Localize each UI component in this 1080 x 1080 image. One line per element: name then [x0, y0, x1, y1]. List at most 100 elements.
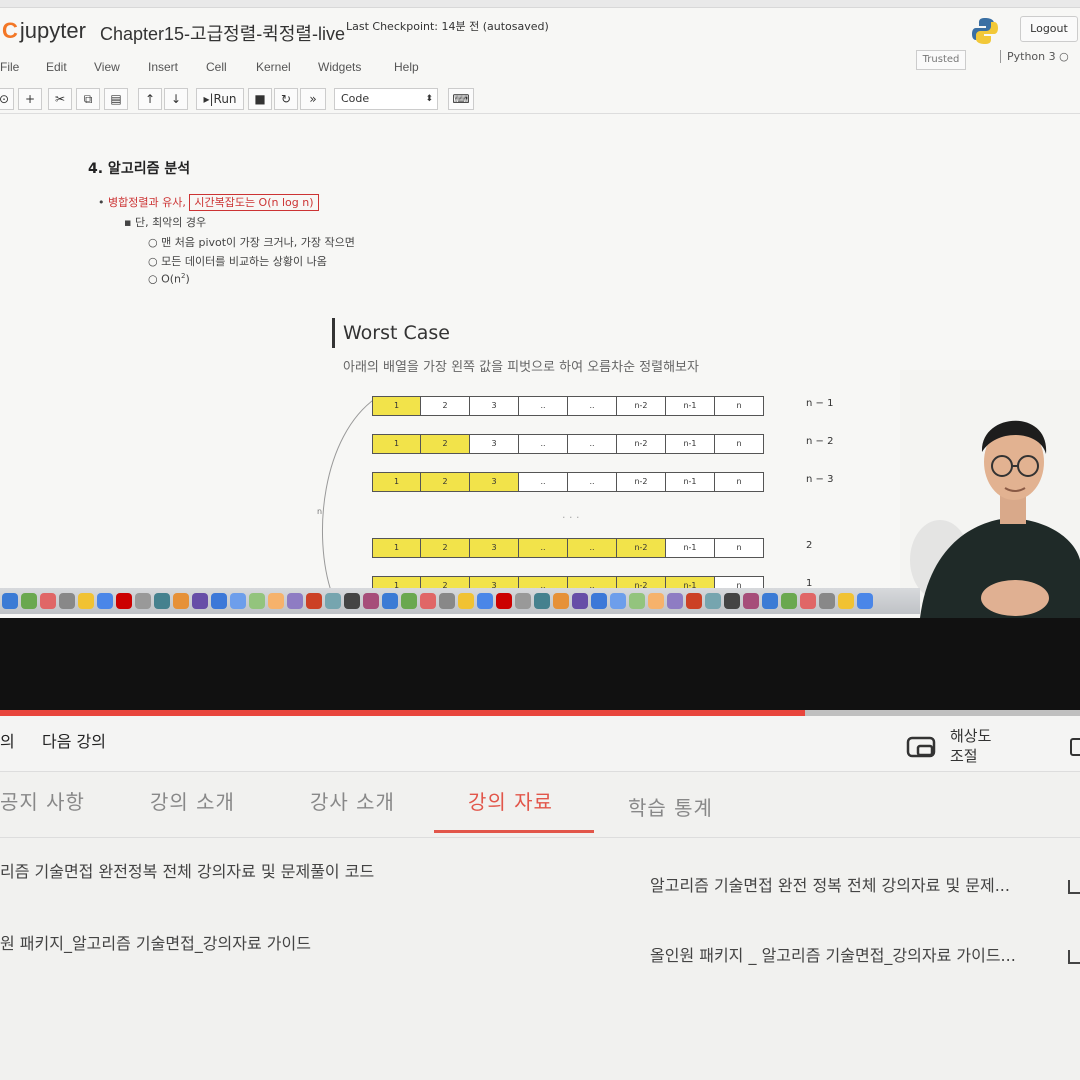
- dock-app-icon[interactable]: [857, 593, 873, 609]
- keyboard-icon[interactable]: ⌨: [448, 88, 474, 110]
- dock-app-icon[interactable]: [667, 593, 683, 609]
- dock-app-icon[interactable]: [211, 593, 227, 609]
- resolution-icon[interactable]: [906, 736, 938, 758]
- dock-app-icon[interactable]: [230, 593, 246, 609]
- dock-app-icon[interactable]: [705, 593, 721, 609]
- external-link-icon[interactable]: [1068, 950, 1080, 964]
- material-link[interactable]: 올인원 패키지 _ 알고리즘 기술면접_강의자료 가이드...: [650, 942, 1016, 966]
- dock-app-icon[interactable]: [97, 593, 113, 609]
- array-cell: ..: [519, 472, 568, 492]
- tab-course-materials[interactable]: 강의 자료: [468, 786, 553, 815]
- dock-app-icon[interactable]: [21, 593, 37, 609]
- logout-button[interactable]: Logout: [1020, 16, 1078, 42]
- array-cell: ..: [568, 472, 617, 492]
- dock-app-icon[interactable]: [724, 593, 740, 609]
- dock-app-icon[interactable]: [135, 593, 151, 609]
- array-cell: 2: [421, 434, 470, 454]
- array-row-label: n − 2: [806, 436, 834, 447]
- dock-app-icon[interactable]: [420, 593, 436, 609]
- dock-app-icon[interactable]: [610, 593, 626, 609]
- external-link-icon[interactable]: [1068, 880, 1080, 894]
- dock-app-icon[interactable]: [287, 593, 303, 609]
- move-up-icon[interactable]: ↑: [138, 88, 162, 110]
- dock-app-icon[interactable]: [534, 593, 550, 609]
- sub-bullet-big-o: ○ O(n2): [148, 272, 190, 286]
- dock-app-icon[interactable]: [116, 593, 132, 609]
- cell-type-select[interactable]: Code ⬍: [334, 88, 438, 110]
- dock-app-icon[interactable]: [591, 593, 607, 609]
- menu-view[interactable]: View: [94, 60, 120, 74]
- dock-app-icon[interactable]: [2, 593, 18, 609]
- menu-kernel[interactable]: Kernel: [256, 60, 291, 74]
- fast-forward-icon[interactable]: »: [300, 88, 326, 110]
- player-controls: 의 다음 강의 해상도 조절: [0, 716, 1080, 772]
- menu-cell[interactable]: Cell: [206, 60, 227, 74]
- tab-instructor-intro[interactable]: 강사 소개: [310, 786, 395, 815]
- save-icon[interactable]: ⊙: [0, 88, 14, 110]
- array-row: 1 2 3.... n-2 n-1 n: [372, 472, 764, 492]
- fullscreen-icon[interactable]: [1070, 738, 1080, 756]
- dock-app-icon[interactable]: [306, 593, 322, 609]
- bullet-complexity: • 병합정렬과 유사, 시간복잡도는 O(n log n): [98, 194, 319, 211]
- tab-notice[interactable]: 공지 사항: [0, 786, 85, 815]
- dock-app-icon[interactable]: [553, 593, 569, 609]
- dock-app-icon[interactable]: [78, 593, 94, 609]
- dock-app-icon[interactable]: [344, 593, 360, 609]
- dock-app-icon[interactable]: [401, 593, 417, 609]
- move-down-icon[interactable]: ↓: [164, 88, 188, 110]
- trusted-badge[interactable]: Trusted: [916, 50, 966, 70]
- jupyter-logo[interactable]: Cjupyter: [2, 18, 86, 44]
- dock-app-icon[interactable]: [154, 593, 170, 609]
- dock-app-icon[interactable]: [496, 593, 512, 609]
- menu-help[interactable]: Help: [394, 60, 419, 74]
- tab-learning-stats[interactable]: 학습 통계: [628, 792, 713, 821]
- paste-icon[interactable]: ▤: [104, 88, 128, 110]
- dock-app-icon[interactable]: [363, 593, 379, 609]
- notebook-title[interactable]: Chapter15-고급정렬-퀵정렬-live: [100, 20, 345, 46]
- stop-icon[interactable]: ■: [248, 88, 272, 110]
- dock-app-icon[interactable]: [458, 593, 474, 609]
- run-button[interactable]: ▸|Run: [196, 88, 244, 110]
- array-cell: 1: [372, 434, 421, 454]
- dock-app-icon[interactable]: [59, 593, 75, 609]
- dock-app-icon[interactable]: [268, 593, 284, 609]
- menu-insert[interactable]: Insert: [148, 60, 178, 74]
- tab-course-intro[interactable]: 강의 소개: [150, 786, 235, 815]
- next-lecture-button[interactable]: 다음 강의: [42, 728, 106, 752]
- dock-app-icon[interactable]: [838, 593, 854, 609]
- copy-icon[interactable]: ⧉: [76, 88, 100, 110]
- dock-app-icon[interactable]: [325, 593, 341, 609]
- dock-app-icon[interactable]: [572, 593, 588, 609]
- dock-app-icon[interactable]: [629, 593, 645, 609]
- dock-app-icon[interactable]: [439, 593, 455, 609]
- instructor-webcam: [900, 370, 1080, 618]
- material-link[interactable]: 원 패키지_알고리즘 기술면접_강의자료 가이드: [0, 930, 311, 954]
- menu-widgets[interactable]: Widgets: [318, 60, 361, 74]
- dock-app-icon[interactable]: [192, 593, 208, 609]
- material-link[interactable]: 리즘 기술면접 완전정복 전체 강의자료 및 문제풀이 코드: [0, 858, 374, 882]
- dock-app-icon[interactable]: [743, 593, 759, 609]
- dock-app-icon[interactable]: [648, 593, 664, 609]
- add-cell-icon[interactable]: +: [18, 88, 42, 110]
- resolution-button[interactable]: 해상도 조절: [950, 726, 1002, 766]
- browser-bookmarks-strip: [0, 0, 1080, 8]
- dock-app-icon[interactable]: [382, 593, 398, 609]
- dock-app-icon[interactable]: [762, 593, 778, 609]
- jupyter-toolbar: ⊙ + ✂ ⧉ ▤ ↑ ↓ ▸|Run ■ ↻ » Code ⬍ ⌨: [0, 84, 1080, 114]
- restart-icon[interactable]: ↻: [274, 88, 298, 110]
- material-link[interactable]: 알고리즘 기술면접 완전 정복 전체 강의자료 및 문제...: [650, 872, 1010, 896]
- cut-icon[interactable]: ✂: [48, 88, 72, 110]
- dock-app-icon[interactable]: [477, 593, 493, 609]
- prev-lecture-button[interactable]: 의: [0, 728, 15, 752]
- dock-app-icon[interactable]: [249, 593, 265, 609]
- dock-app-icon[interactable]: [819, 593, 835, 609]
- dock-app-icon[interactable]: [800, 593, 816, 609]
- menu-edit[interactable]: Edit: [46, 60, 67, 74]
- dock-app-icon[interactable]: [686, 593, 702, 609]
- dock-app-icon[interactable]: [515, 593, 531, 609]
- lecture-video[interactable]: Cjupyter Chapter15-고급정렬-퀵정렬-live Last Ch…: [0, 0, 1080, 618]
- dock-app-icon[interactable]: [173, 593, 189, 609]
- dock-app-icon[interactable]: [781, 593, 797, 609]
- menu-file[interactable]: File: [0, 60, 19, 74]
- dock-app-icon[interactable]: [40, 593, 56, 609]
